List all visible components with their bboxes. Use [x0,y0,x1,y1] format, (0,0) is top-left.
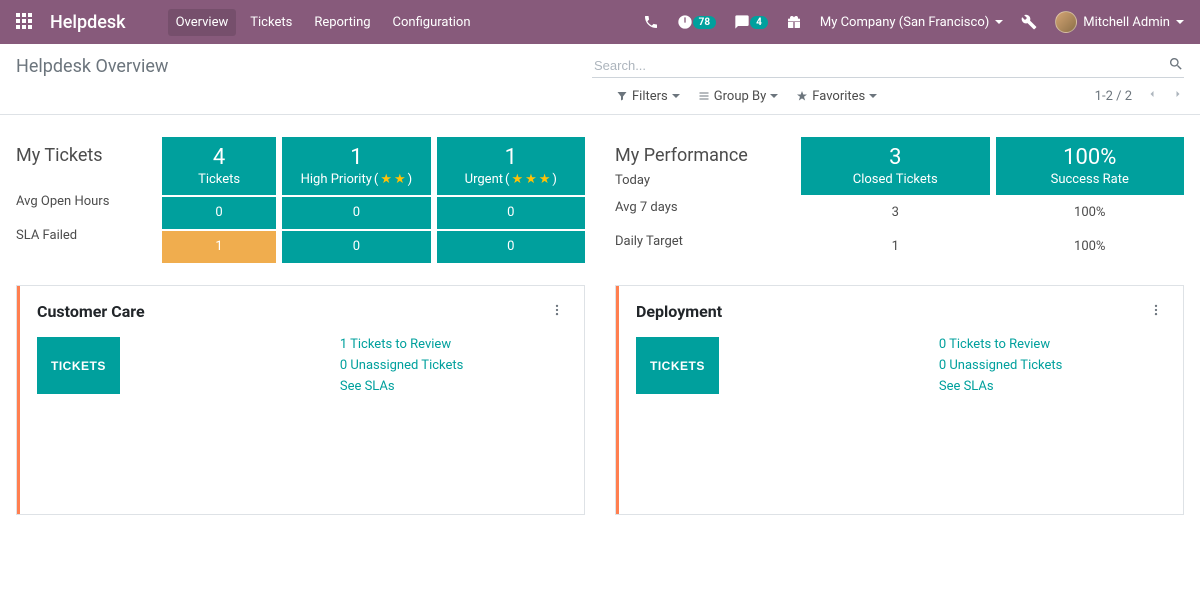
link-see-slas[interactable]: See SLAs [340,379,464,394]
star-icon [796,90,808,102]
link-tickets-review[interactable]: 1 Tickets to Review [340,337,464,352]
team-cards: Customer Care TICKETS 1 Tickets to Revie… [0,285,1200,515]
star-icon: ★ [539,172,551,187]
chevron-down-icon [995,20,1003,24]
apps-icon[interactable] [16,13,34,31]
more-vertical-icon [550,303,564,317]
row-label-avg-open: Avg Open Hours [16,184,156,218]
app-brand[interactable]: Helpdesk [50,12,126,33]
kebab-menu[interactable] [550,303,564,321]
phone-icon[interactable] [643,14,659,30]
star-icon: ★ [525,172,537,187]
row-label-avg7: Avg 7 days [615,190,795,224]
search-input[interactable] [592,54,1184,77]
nav-reporting[interactable]: Reporting [306,9,378,36]
team-name[interactable]: Deployment [636,302,722,321]
link-tickets-review[interactable]: 0 Tickets to Review [939,337,1063,352]
row-label-daily-target: Daily Target [615,224,795,258]
avatar [1055,11,1077,33]
nav-overview[interactable]: Overview [168,9,237,36]
company-name: My Company (San Francisco) [820,15,989,30]
breadcrumb: Helpdesk Overview [16,56,168,77]
filters-button[interactable]: Filters [616,89,680,104]
chevron-right-icon [1172,88,1184,100]
link-unassigned[interactable]: 0 Unassigned Tickets [939,358,1063,373]
star-icon: ★ [511,172,523,187]
star-icon: ★ [380,172,392,187]
star-icon: ★ [394,172,406,187]
more-vertical-icon [1149,303,1163,317]
nav-configuration[interactable]: Configuration [385,9,479,36]
activities-badge: 78 [693,16,716,29]
favorites-button[interactable]: Favorites [796,89,877,104]
my-tickets-title: My Tickets [16,145,156,166]
dashboard: My Tickets Avg Open Hours SLA Failed 4 T… [0,115,1200,285]
messages-badge: 4 [750,16,768,29]
user-name: Mitchell Admin [1083,15,1170,30]
activities-icon[interactable]: 78 [677,14,716,30]
gift-icon[interactable] [786,14,802,30]
stat-closed-tickets[interactable]: 3 Closed Tickets 3 1 [801,137,990,263]
team-name[interactable]: Customer Care [37,302,145,321]
link-see-slas[interactable]: See SLAs [939,379,1063,394]
pager-prev[interactable] [1146,88,1158,104]
my-performance-title: My Performance [615,145,795,166]
stat-success-rate[interactable]: 100% Success Rate 100% 100% [996,137,1185,263]
chevron-down-icon [770,94,778,98]
stat-high-priority[interactable]: 1 High Priority (★★) 0 0 [282,137,430,263]
row-label-sla-failed: SLA Failed [16,218,156,252]
filter-icon [616,90,628,102]
tickets-button[interactable]: TICKETS [636,337,719,394]
main-navbar: Helpdesk Overview Tickets Reporting Conf… [0,0,1200,44]
search-icon[interactable] [1168,56,1184,76]
company-selector[interactable]: My Company (San Francisco) [820,15,1003,30]
debug-icon[interactable] [1021,14,1037,30]
link-unassigned[interactable]: 0 Unassigned Tickets [340,358,464,373]
my-tickets-panel: My Tickets Avg Open Hours SLA Failed 4 T… [16,137,585,263]
messages-icon[interactable]: 4 [734,14,768,30]
team-card-customer-care: Customer Care TICKETS 1 Tickets to Revie… [16,285,585,515]
chevron-down-icon [869,94,877,98]
pager: 1-2 / 2 [1095,88,1184,104]
pager-value[interactable]: 1-2 / 2 [1095,89,1132,104]
chevron-down-icon [672,94,680,98]
kebab-menu[interactable] [1149,303,1163,321]
groupby-button[interactable]: Group By [698,89,779,104]
row-label-today: Today [615,170,795,190]
my-performance-panel: My Performance Today Avg 7 days Daily Ta… [615,137,1184,263]
tickets-button[interactable]: TICKETS [37,337,120,394]
nav-tickets[interactable]: Tickets [242,9,300,36]
list-icon [698,90,710,102]
chevron-down-icon [1176,20,1184,24]
control-panel: Helpdesk Overview Filters Group By Favor… [0,44,1200,115]
stat-tickets[interactable]: 4 Tickets 0 1 [162,137,276,263]
user-menu[interactable]: Mitchell Admin [1055,11,1184,33]
search-field[interactable] [592,54,1184,78]
team-card-deployment: Deployment TICKETS 0 Tickets to Review 0… [615,285,1184,515]
stat-urgent[interactable]: 1 Urgent (★★★) 0 0 [437,137,585,263]
pager-next[interactable] [1172,88,1184,104]
chevron-left-icon [1146,88,1158,100]
